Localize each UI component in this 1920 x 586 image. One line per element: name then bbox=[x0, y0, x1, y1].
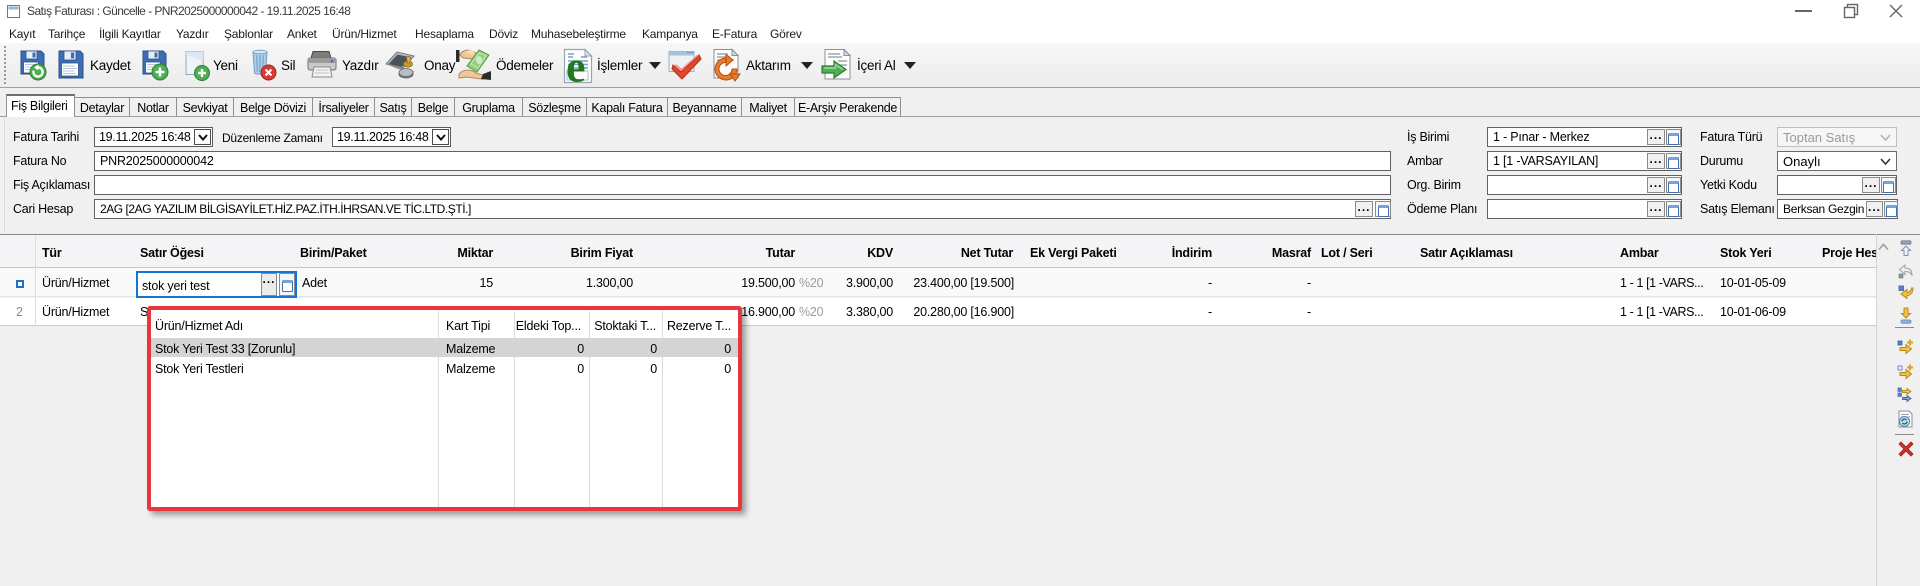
svg-text:e: e bbox=[566, 48, 586, 84]
